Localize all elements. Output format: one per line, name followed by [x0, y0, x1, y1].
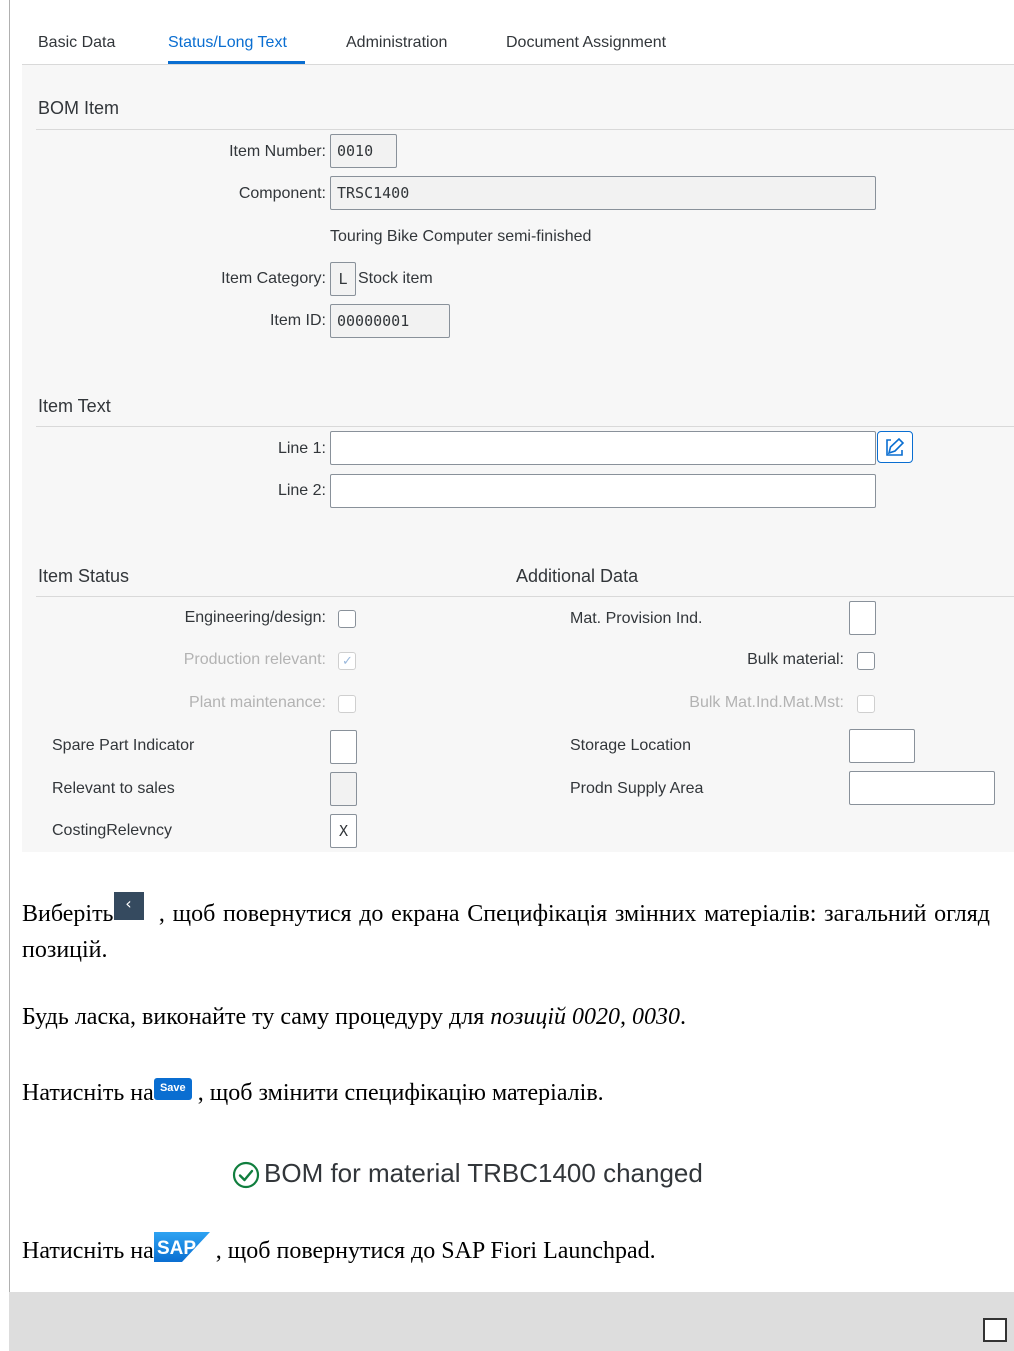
tab-status-long-text[interactable]: Status/Long Text — [168, 34, 287, 52]
engineering-design-checkbox[interactable] — [338, 610, 356, 628]
line1-label: Line 1: — [277, 440, 326, 457]
bulk-material-label: Bulk material: — [747, 651, 844, 668]
prodn-supply-area-input[interactable] — [849, 771, 995, 805]
line1-input[interactable] — [330, 431, 876, 465]
prodn-supply-area-label: Prodn Supply Area — [570, 780, 704, 797]
mat-provision-ind-label: Mat. Provision Ind. — [570, 610, 703, 627]
svg-text:SAP: SAP — [157, 1238, 196, 1259]
item-number-label: Item Number: — [229, 143, 326, 160]
spare-part-indicator-label: Spare Part Indicator — [52, 737, 195, 754]
component-field: TRSC1400 — [330, 176, 876, 210]
item-number-field: 0010 — [330, 134, 397, 168]
section-title-additional-data: Additional Data — [516, 566, 639, 586]
back-button-icon: ‹ — [113, 892, 144, 920]
engineering-design-label: Engineering/design: — [184, 609, 326, 626]
section-divider — [36, 426, 1014, 427]
section-title-bom-item: BOM Item — [38, 98, 120, 118]
costing-relevancy-field[interactable]: X — [330, 814, 357, 848]
storage-location-input[interactable] — [849, 729, 915, 763]
tab-basic-data[interactable]: Basic Data — [38, 34, 115, 52]
mat-provision-ind-field[interactable] — [849, 601, 876, 635]
footer-checkbox[interactable] — [983, 1318, 1007, 1342]
checkmark-icon: ✓ — [342, 653, 353, 668]
instruction-paragraph-save: Натисніть на Save , щоб змінити специфіка… — [22, 1078, 604, 1107]
tab-document-assignment[interactable]: Document Assignment — [506, 34, 666, 52]
bulk-mat-ind-label: Bulk Mat.Ind.Mat.Mst: — [689, 694, 844, 711]
footer-bar — [9, 1292, 1014, 1351]
line2-label: Line 2: — [277, 482, 326, 499]
instruction-text: , щоб повернутися до SAP Fiori Launchpad… — [215, 1238, 656, 1264]
production-relevant-label: Production relevant: — [183, 651, 326, 668]
instruction-text: . — [679, 1004, 686, 1030]
instruction-text: Будь ласка, виконайте ту саму процедуру … — [22, 1004, 491, 1030]
section-title-item-text: Item Text — [38, 396, 111, 416]
line2-input[interactable] — [330, 474, 876, 508]
save-button-icon: Save — [153, 1078, 192, 1100]
tab-administration[interactable]: Administration — [346, 34, 447, 52]
production-relevant-checkbox: ✓ — [338, 652, 356, 670]
plant-maintenance-checkbox — [338, 695, 356, 713]
success-check-icon — [232, 1161, 260, 1189]
relevant-to-sales-label: Relevant to sales — [52, 780, 175, 797]
instruction-paragraph-back: Виберіть ‹ , щоб повернутися до екрана Сп… — [22, 892, 991, 968]
item-category-field: L — [330, 262, 356, 296]
item-category-label: Item Category: — [221, 270, 326, 287]
section-divider — [36, 129, 1014, 130]
costing-relevancy-label: CostingRelevncy — [52, 822, 173, 839]
instruction-text: Натисніть на — [22, 1238, 154, 1264]
instruction-text: Натисніть на — [22, 1080, 154, 1106]
section-title-item-status: Item Status — [38, 566, 130, 586]
instruction-paragraph-repeat: Будь ласка, виконайте ту саму процедуру … — [22, 1004, 686, 1031]
component-description: Touring Bike Computer semi-finished — [330, 228, 592, 245]
section-divider — [36, 596, 1014, 597]
instruction-text: Виберіть — [22, 901, 114, 927]
instruction-paragraph-launchpad: Натисніть на SAP , щоб повернутися до SA… — [22, 1232, 656, 1265]
left-border — [9, 0, 10, 1292]
active-tab-indicator — [168, 61, 305, 64]
instruction-emphasis: позицій 0020, 0030 — [490, 1004, 680, 1030]
item-category-text: Stock item — [358, 270, 433, 287]
spare-part-indicator-field[interactable] — [330, 730, 357, 764]
component-label: Component: — [238, 185, 326, 202]
bulk-material-checkbox[interactable] — [857, 652, 875, 670]
item-id-label: Item ID: — [269, 312, 326, 329]
relevant-to-sales-field — [330, 772, 357, 806]
tab-bar: Basic Data Status/Long Text Administrati… — [22, 0, 1014, 65]
edit-long-text-button[interactable] — [877, 431, 913, 463]
success-message: BOM for material TRBC1400 changed — [264, 1158, 703, 1188]
storage-location-label: Storage Location — [570, 737, 691, 754]
instruction-text: , щоб змінити специфікацію матеріалів. — [197, 1080, 604, 1106]
edit-icon — [886, 437, 905, 456]
plant-maintenance-label: Plant maintenance: — [189, 694, 326, 711]
sap-logo-icon: SAP — [153, 1232, 210, 1262]
bulk-mat-ind-checkbox — [857, 695, 875, 713]
sap-screenshot: Basic Data Status/Long Text Administrati… — [22, 0, 1014, 852]
item-id-field: 00000001 — [330, 304, 450, 338]
instruction-text: , щоб повернутися до екрана Специфікація… — [22, 901, 991, 963]
